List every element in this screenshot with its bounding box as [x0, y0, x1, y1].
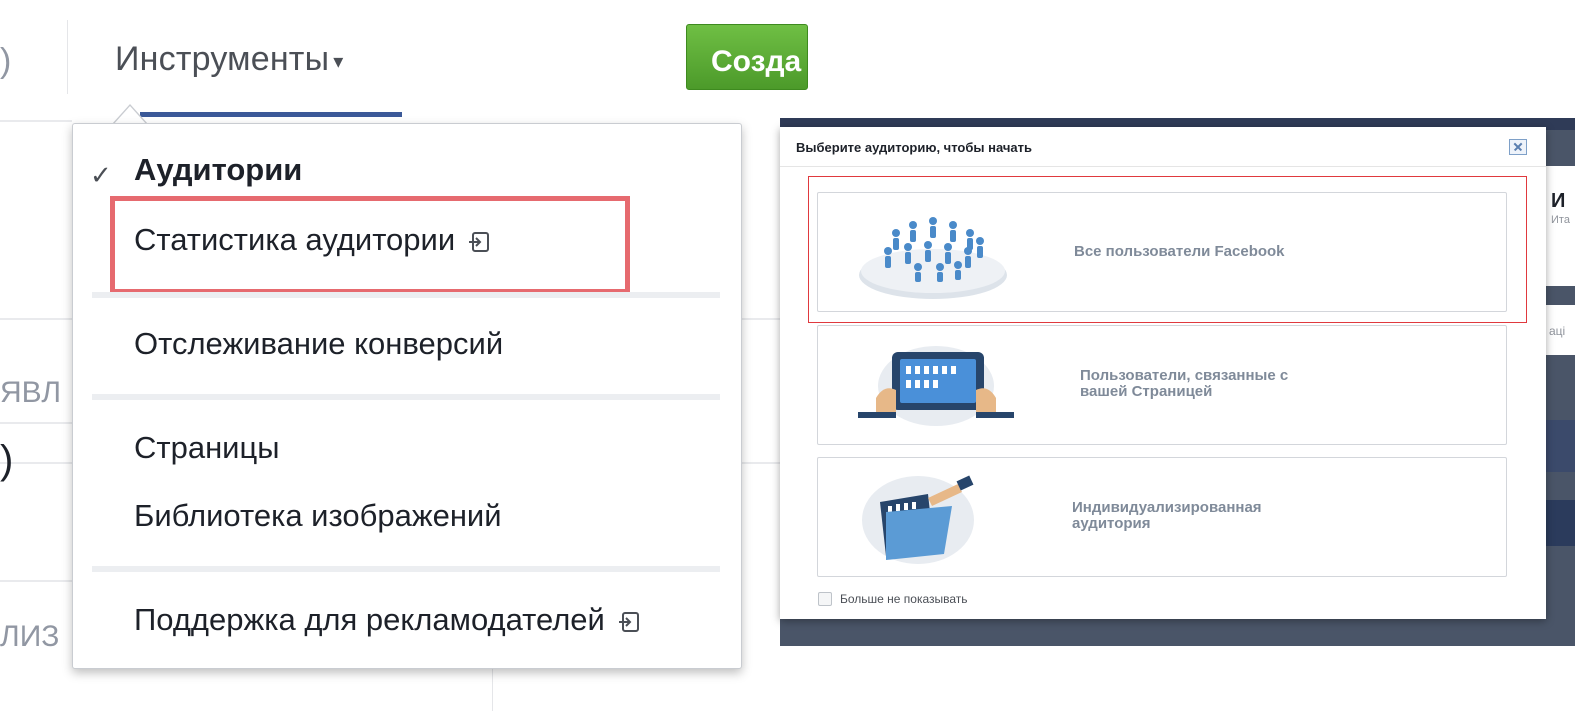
folder-with-people-icon — [862, 475, 974, 564]
external-link-icon — [618, 611, 639, 632]
dont-show-label: Больше не показывать — [840, 592, 968, 606]
bg-text-fragment: ЛИЗ — [0, 620, 60, 653]
menu-item-image-library[interactable]: Библиотека изображений — [134, 498, 502, 534]
audience-picker-dialog: Выберите аудиторию, чтобы начать Все пол… — [780, 127, 1546, 619]
option-label: Индивидуализированная аудитория — [1072, 500, 1262, 532]
caret-down-icon: ▾ — [333, 50, 344, 73]
bg-text-fragment: ) — [0, 438, 14, 482]
background-text-fragment: Ита — [1551, 214, 1570, 226]
bg-vertical-divider — [492, 669, 493, 711]
option-page-connections[interactable]: Пользователи, связанные с вашей Странице… — [817, 325, 1507, 445]
bg-divider — [0, 120, 72, 122]
menu-item-audiences[interactable]: Аудитории — [134, 152, 302, 188]
dont-show-again[interactable]: Больше не показывать — [818, 592, 968, 606]
tab-tools-label: Инструменты — [115, 40, 330, 78]
option-label: Все пользователи Facebook — [1074, 243, 1285, 260]
option-label-line: аудитория — [1072, 515, 1151, 532]
background-panel — [1546, 166, 1575, 286]
option-all-facebook-users[interactable]: Все пользователи Facebook — [817, 192, 1507, 312]
dialog-header: Выберите аудиторию, чтобы начать — [780, 127, 1546, 167]
dropdown-pointer — [112, 104, 148, 125]
menu-item-advertiser-support[interactable]: Поддержка для рекламодателей — [134, 602, 641, 638]
bg-divider — [0, 318, 72, 320]
option-label: Пользователи, связанные с вашей Странице… — [1080, 368, 1288, 400]
close-icon[interactable] — [1509, 139, 1527, 155]
tab-tools[interactable]: Инструменты ▾ — [115, 40, 343, 79]
option-label-line: вашей Страницей — [1080, 383, 1213, 400]
crowd-on-platform-icon — [859, 217, 1007, 299]
option-label-line: Пользователи, связанные с — [1080, 367, 1289, 384]
highlight-box — [110, 196, 630, 294]
create-ad-button[interactable]: Созда — [686, 24, 808, 90]
tab-active-underline — [140, 112, 402, 117]
bg-text-fragment: ЯВЛ — [0, 376, 62, 409]
dont-show-checkbox[interactable] — [818, 592, 832, 606]
background-text-fragment: аці — [1549, 324, 1566, 338]
bg-divider — [0, 580, 72, 582]
menu-separator — [92, 566, 720, 572]
checkmark-icon: ✓ — [90, 160, 112, 190]
nav-divider — [67, 20, 68, 94]
option-custom-audience[interactable]: Индивидуализированная аудитория — [817, 457, 1507, 577]
menu-separator — [92, 292, 720, 298]
menu-item-pages[interactable]: Страницы — [134, 430, 280, 466]
background-text-fragment: И — [1551, 190, 1566, 212]
tablet-with-people-icon — [858, 346, 1014, 426]
partial-tab-fragment: ) — [0, 42, 12, 80]
bg-divider — [742, 462, 780, 464]
menu-item-label: Поддержка для рекламодателей — [134, 602, 605, 637]
option-label-line: Индивидуализированная — [1072, 499, 1262, 516]
bg-divider — [0, 422, 72, 424]
dialog-title: Выберите аудиторию, чтобы начать — [796, 140, 1032, 155]
menu-separator — [92, 394, 720, 400]
menu-item-conversion-tracking[interactable]: Отслеживание конверсий — [134, 326, 503, 362]
bg-divider — [742, 318, 780, 320]
